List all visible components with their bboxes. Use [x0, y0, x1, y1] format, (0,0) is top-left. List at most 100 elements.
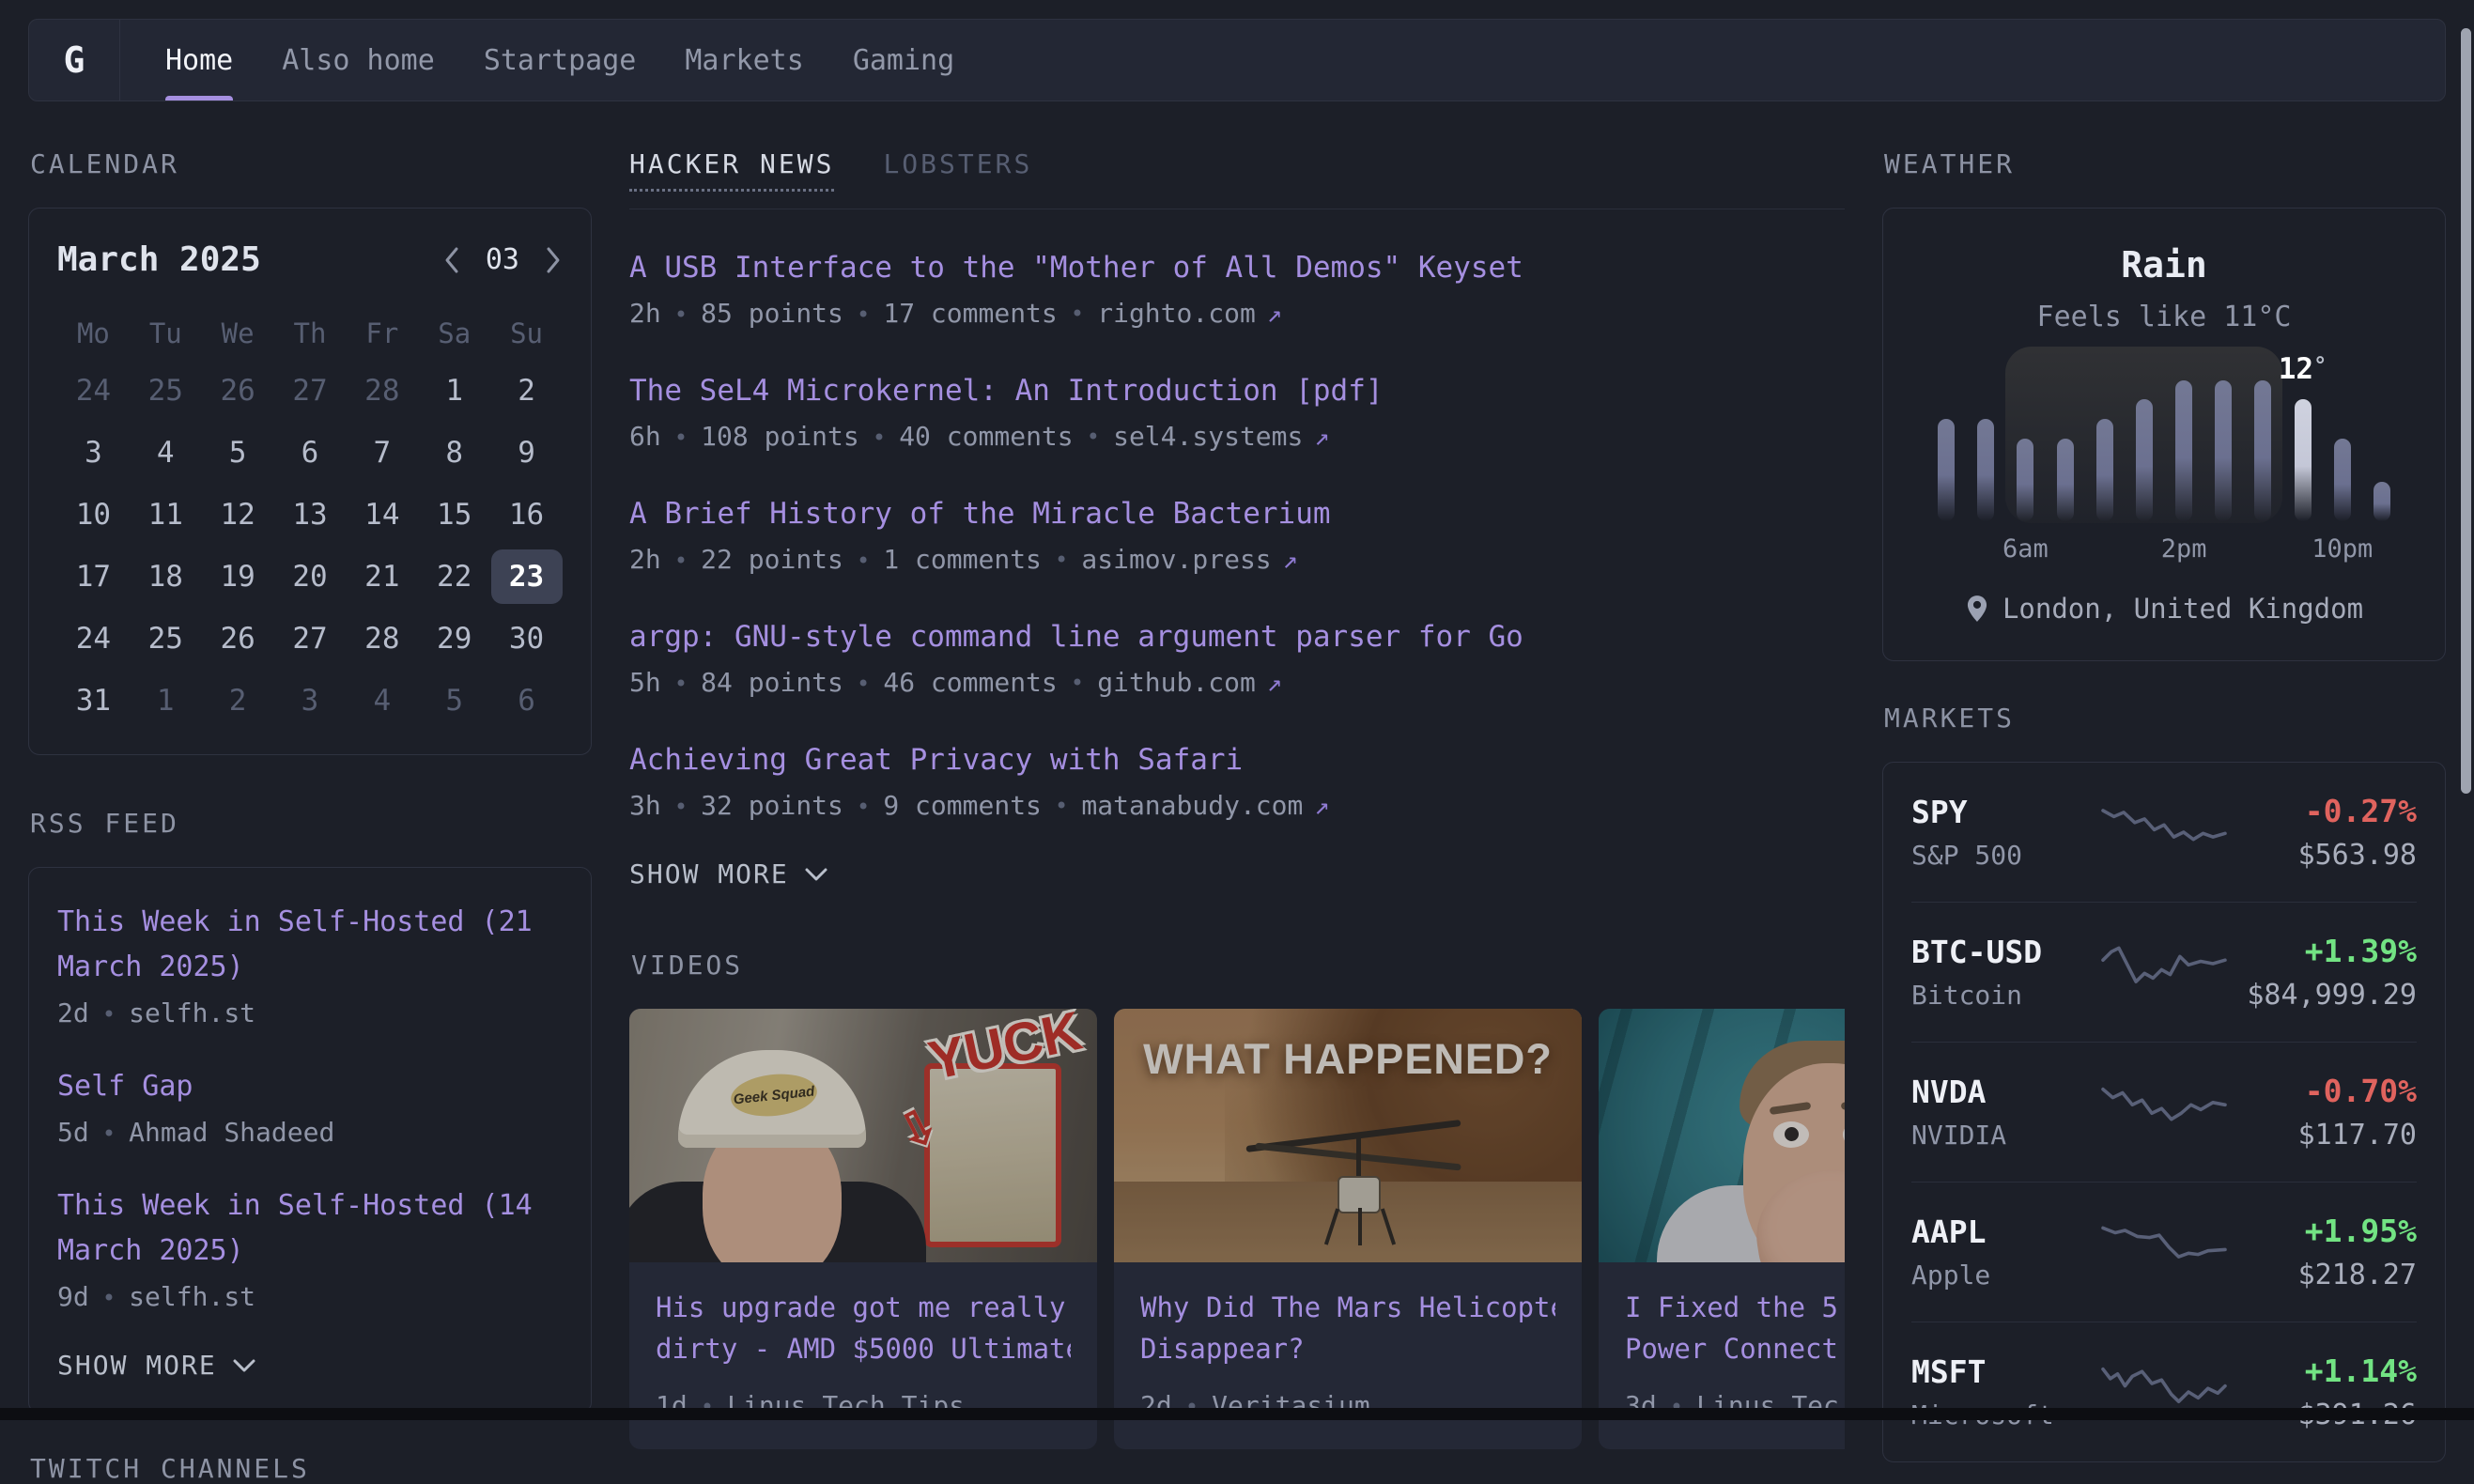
external-link-icon [1303, 790, 1329, 821]
weather-heading: WEATHER [1884, 148, 2446, 179]
news-item-meta: 5h 84 points 46 comments github.com [629, 667, 1845, 698]
markets-heading: MARKETS [1884, 703, 2446, 734]
calendar-weekday-label: We [202, 311, 274, 356]
market-sparkline [2094, 1222, 2234, 1282]
weather-bar [1977, 419, 1994, 522]
market-row-nvda[interactable]: NVDA NVIDIA -0.70% $117.70 [1911, 1043, 2417, 1183]
rss-item-title[interactable]: This Week in Self-Hosted (21 March 2025) [57, 900, 563, 990]
market-name: NVIDIA [1911, 1120, 2094, 1151]
news-item-source-link[interactable]: righto.com [1058, 298, 1282, 329]
video-card[interactable]: WHAT HAPPENED? Why Did The Mars Helicopt… [1114, 1009, 1582, 1449]
video-card-body: I Fixed the 5 Power Connect 3d Linus Tec [1599, 1262, 1845, 1449]
news-item-source-link[interactable]: sel4.systems [1074, 421, 1330, 452]
nav-tab-also-home[interactable]: Also home [282, 20, 435, 100]
video-title-line: His upgrade got me really [656, 1287, 1071, 1328]
twitch-channels-heading: TWITCH CHANNELS [30, 1453, 592, 1484]
rss-show-more-button[interactable]: SHOW MORE [57, 1350, 563, 1381]
tab-lobsters[interactable]: LOBSTERS [883, 148, 1032, 179]
news-item-meta: 3h 32 points 9 comments matanabudy.com [629, 790, 1845, 821]
news-item-source-link[interactable]: asimov.press [1042, 544, 1298, 575]
chevron-down-icon [804, 867, 828, 882]
hour-label: 10pm [2312, 534, 2373, 564]
weather-bar-slot [1966, 380, 2005, 521]
market-row-spy[interactable]: SPY S&P 500 -0.27% $563.98 [1911, 763, 2417, 903]
calendar-prev-button[interactable] [442, 245, 461, 275]
calendar-day: 19 [202, 549, 273, 604]
news-item-age: 5h [629, 667, 661, 698]
news-item-title[interactable]: A USB Interface to the "Mother of All De… [629, 249, 1845, 286]
market-row-msft[interactable]: MSFT Microsoft +1.14% $391.26 [1911, 1322, 2417, 1461]
video-title[interactable]: His upgrade got me really dirty - AMD $5… [656, 1287, 1071, 1369]
app-logo[interactable]: G [29, 20, 120, 100]
calendar-day: 27 [274, 363, 346, 418]
weather-bar [2334, 439, 2351, 522]
video-card-body: Why Did The Mars Helicopter Disappear? 2… [1114, 1262, 1582, 1449]
rss-item-meta: 9d selfh.st [57, 1281, 563, 1312]
calendar-header: March 2025 03 [57, 240, 563, 279]
markets-widget: SPY S&P 500 -0.27% $563.98 BTC-USD Bitco… [1882, 762, 2446, 1462]
chevron-right-icon [544, 245, 563, 275]
market-values: +1.95% $218.27 [2234, 1213, 2417, 1291]
news-item-meta: 2h 85 points 17 comments righto.com [629, 298, 1845, 329]
video-thumbnail: Geek Squad YUCK ⬂ [629, 1009, 1097, 1262]
video-title-line: I Fixed the 5 [1625, 1287, 1845, 1328]
calendar-day: 18 [130, 549, 201, 604]
market-sparkline [2094, 942, 2234, 1002]
weather-feels-like: Feels like 11°C [1915, 301, 2413, 333]
calendar-day: 28 [347, 611, 418, 666]
news-item-comments[interactable]: 46 comments [843, 667, 1058, 698]
calendar-day: 1 [419, 363, 490, 418]
news-item-comments[interactable]: 17 comments [843, 298, 1058, 329]
market-ticker: MSFT [1911, 1353, 2094, 1390]
calendar-next-button[interactable] [544, 245, 563, 275]
news-item-source-link[interactable]: matanabudy.com [1042, 790, 1330, 821]
external-link-icon [1256, 298, 1282, 329]
external-link-icon [1256, 667, 1282, 698]
news-item-title[interactable]: Achieving Great Privacy with Safari [629, 741, 1845, 779]
rss-item-meta: 5d Ahmad Shadeed [57, 1117, 563, 1148]
calendar-day: 14 [347, 487, 418, 542]
weather-hourly-chart: 12° [1926, 380, 2402, 521]
market-name: Bitcoin [1911, 980, 2094, 1011]
scrollbar[interactable] [2461, 28, 2471, 794]
external-link-icon [1303, 421, 1329, 452]
tab-hacker-news[interactable]: HACKER NEWS [629, 148, 834, 192]
news-item-title[interactable]: The SeL4 Microkernel: An Introduction [p… [629, 372, 1845, 410]
news-item: argp: GNU-style command line argument pa… [629, 618, 1845, 698]
news-item-comments[interactable]: 9 comments [843, 790, 1042, 821]
nav-tab-home[interactable]: Home [165, 20, 233, 100]
calendar-day: 12 [202, 487, 273, 542]
rss-item-title[interactable]: Self Gap [57, 1064, 563, 1109]
news-item-source: sel4.systems [1113, 421, 1303, 452]
news-item-title[interactable]: argp: GNU-style command line argument pa… [629, 618, 1845, 656]
nav-tab-gaming[interactable]: Gaming [853, 20, 954, 100]
rss-item-title[interactable]: This Week in Self-Hosted (14 March 2025) [57, 1183, 563, 1274]
news-item-comments[interactable]: 1 comments [843, 544, 1042, 575]
top-nav: G Home Also home Startpage Markets Gamin… [28, 19, 2446, 101]
news-item-source: righto.com [1097, 298, 1256, 329]
nav-tab-startpage[interactable]: Startpage [484, 20, 637, 100]
calendar-day: 9 [491, 425, 563, 480]
weather-bar-slot [2323, 380, 2362, 521]
calendar-day: 25 [130, 611, 201, 666]
chevron-down-icon [232, 1358, 256, 1373]
video-title[interactable]: I Fixed the 5 Power Connect [1625, 1287, 1845, 1369]
rss-item-meta: 2d selfh.st [57, 997, 563, 1028]
news-show-more-button[interactable]: SHOW MORE [629, 858, 1845, 889]
rss-item-age: 2d [57, 997, 89, 1028]
nav-tab-markets[interactable]: Markets [685, 20, 803, 100]
video-card[interactable]: Geek Squad YUCK ⬂ His upgrade got me rea… [629, 1009, 1097, 1449]
news-item-title[interactable]: A Brief History of the Miracle Bacterium [629, 495, 1845, 533]
video-card[interactable]: DO TH T I Fixed the 5 [1599, 1009, 1845, 1449]
news-item-comments[interactable]: 40 comments [859, 421, 1074, 452]
markets-section: MARKETS SPY S&P 500 -0.27% $563.98 BTC [1882, 703, 2446, 1462]
weather-location[interactable]: London, United Kingdom [1915, 593, 2413, 625]
weather-bar [2057, 439, 2074, 522]
news-item-source-link[interactable]: github.com [1058, 667, 1282, 698]
market-row-btc-usd[interactable]: BTC-USD Bitcoin +1.39% $84,999.29 [1911, 903, 2417, 1043]
market-row-aapl[interactable]: AAPL Apple +1.95% $218.27 [1911, 1183, 2417, 1322]
market-name: S&P 500 [1911, 840, 2094, 871]
video-title[interactable]: Why Did The Mars Helicopter Disappear? [1140, 1287, 1555, 1369]
market-ticker: AAPL [1911, 1213, 2094, 1250]
news-item-source: matanabudy.com [1081, 790, 1303, 821]
